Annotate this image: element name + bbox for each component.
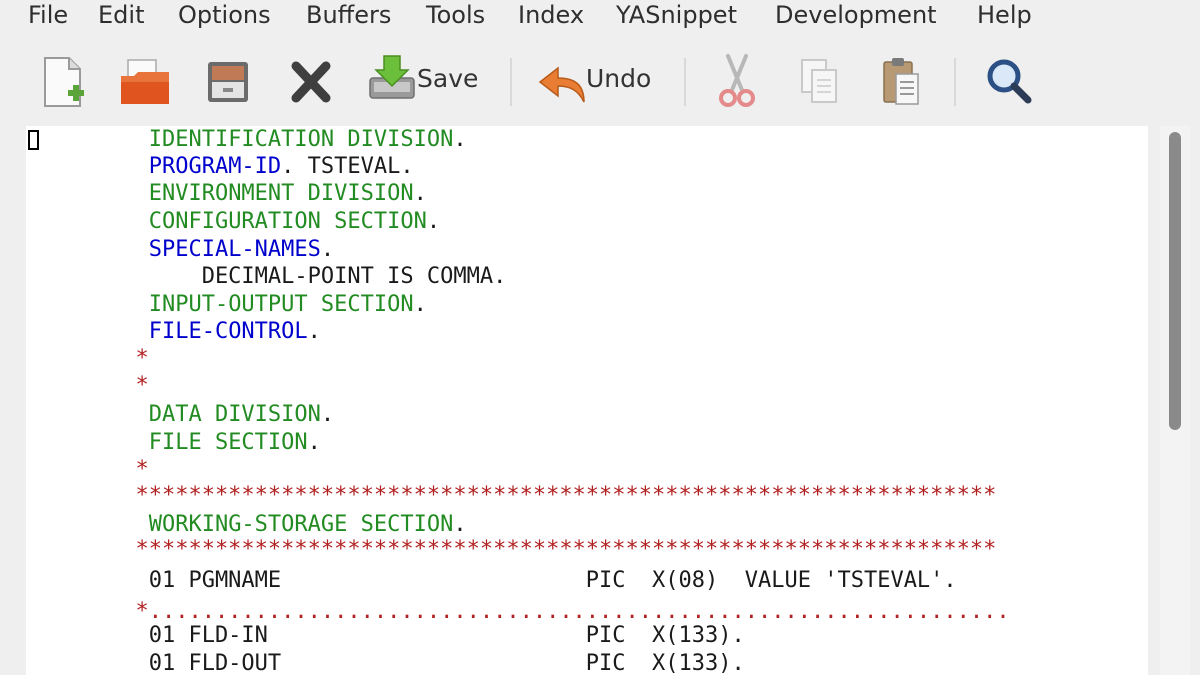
scrollbar-thumb[interactable]: [1169, 132, 1181, 430]
code-line: 01 FLD-OUT PIC X(133).: [56, 650, 745, 675]
code-token: 01 PGMNAME PIC X(08) VALUE 'TSTEVAL'.: [56, 568, 957, 593]
code-token: IDENTIFICATION DIVISION: [148, 127, 454, 152]
code-token: WORKING-STORAGE SECTION: [148, 512, 454, 537]
code-token: .: [307, 430, 321, 455]
code-line: ****************************************…: [56, 536, 996, 564]
open-folder-icon: [121, 59, 169, 104]
code-line: WORKING-STORAGE SECTION.: [56, 511, 467, 539]
code-token: CONFIGURATION SECTION: [148, 209, 427, 234]
code-token: 01 FLD-OUT PIC X(133).: [56, 651, 745, 675]
new-file-button[interactable]: [40, 50, 90, 114]
menu-bar: File Edit Options Buffers Tools Index YA…: [0, 0, 1200, 30]
code-token: .: [426, 209, 441, 234]
code-token: INPUT-OUTPUT SECTION: [148, 292, 414, 317]
code-line: ENVIRONMENT DIVISION.: [56, 180, 427, 208]
new-file-icon: [44, 57, 84, 107]
editor-text-area[interactable]: IDENTIFICATION DIVISION. PROGRAM-ID. TST…: [26, 126, 1148, 675]
code-line: PROGRAM-ID. TSTEVAL.: [56, 153, 414, 181]
code-token: .: [453, 512, 467, 537]
code-token: *: [56, 457, 149, 482]
vertical-scrollbar[interactable]: [1160, 126, 1190, 675]
kill-buffer-button[interactable]: [288, 50, 334, 114]
code-line: ****************************************…: [56, 482, 996, 510]
code-line: 01 PGMNAME PIC X(08) VALUE 'TSTEVAL'.: [56, 567, 957, 595]
code-line: *: [56, 456, 149, 484]
undo-arrow-icon: [538, 66, 585, 103]
save-button[interactable]: Save: [368, 50, 478, 114]
code-line: 01 FLD-IN PIC X(133).: [56, 622, 745, 650]
code-line: DATA DIVISION.: [56, 401, 334, 429]
menu-file[interactable]: File: [28, 0, 68, 30]
toolbar-separator: [510, 58, 512, 106]
toolbar-separator: [954, 58, 956, 106]
search-button[interactable]: [982, 50, 1034, 114]
text-cursor: [28, 130, 39, 150]
code-token: SPECIAL-NAMES: [148, 237, 321, 262]
undo-label: Undo: [586, 64, 652, 93]
dired-button[interactable]: [204, 50, 252, 114]
toolbar-separator: [684, 58, 686, 106]
menu-index[interactable]: Index: [518, 0, 584, 30]
close-x-icon: [291, 61, 331, 103]
code-token: .: [453, 127, 467, 152]
code-token: .: [307, 319, 321, 344]
code-token: .: [413, 292, 427, 317]
code-token: ****************************************…: [56, 537, 997, 562]
code-token: FILE-CONTROL: [148, 319, 308, 344]
code-token: FILE SECTION: [148, 430, 308, 455]
open-file-button[interactable]: [118, 50, 172, 114]
code-token: ENVIRONMENT DIVISION: [148, 181, 414, 206]
code-token: PROGRAM-ID: [148, 154, 282, 179]
copy-icon: [801, 59, 837, 103]
code-line: SPECIAL-NAMES.: [56, 236, 334, 264]
menu-options[interactable]: Options: [178, 0, 271, 30]
menu-tools[interactable]: Tools: [426, 0, 485, 30]
copy-button[interactable]: [796, 50, 842, 114]
code-token: *.......................................…: [56, 599, 1010, 624]
code-token: 01 FLD-IN PIC X(133).: [56, 623, 745, 648]
code-line: CONFIGURATION SECTION.: [56, 208, 440, 236]
code-line: FILE SECTION.: [56, 429, 321, 457]
menu-edit[interactable]: Edit: [98, 0, 144, 30]
code-line: IDENTIFICATION DIVISION.: [56, 126, 467, 154]
code-token: *: [56, 373, 149, 398]
paste-icon: [883, 58, 919, 105]
code-token: DATA DIVISION: [148, 402, 321, 427]
code-token: .: [320, 402, 335, 427]
file-cabinet-icon: [208, 62, 248, 102]
code-token: DECIMAL-POINT IS COMMA.: [56, 264, 507, 289]
code-token: .: [413, 181, 427, 206]
code-line: *: [56, 345, 149, 373]
code-token: *: [56, 346, 149, 371]
save-disk-icon: [369, 55, 415, 99]
code-line: DECIMAL-POINT IS COMMA.: [56, 263, 507, 291]
menu-yasnippet[interactable]: YASnippet: [616, 0, 737, 30]
code-token: . TSTEVAL.: [281, 154, 414, 179]
menu-development[interactable]: Development: [775, 0, 937, 30]
code-token: ****************************************…: [56, 483, 997, 508]
cut-button[interactable]: [714, 50, 760, 114]
scissors-icon: [719, 54, 755, 107]
menu-buffers[interactable]: Buffers: [306, 0, 391, 30]
undo-button[interactable]: Undo: [538, 50, 658, 114]
code-line: FILE-CONTROL.: [56, 318, 321, 346]
code-token: .: [320, 237, 335, 262]
paste-button[interactable]: [878, 50, 924, 114]
magnifier-icon: [987, 59, 1032, 104]
code-line: INPUT-OUTPUT SECTION.: [56, 291, 427, 319]
code-line: *: [56, 372, 149, 400]
tool-bar: Save Undo: [0, 30, 1200, 126]
save-label: Save: [417, 64, 479, 93]
menu-help[interactable]: Help: [977, 0, 1032, 30]
